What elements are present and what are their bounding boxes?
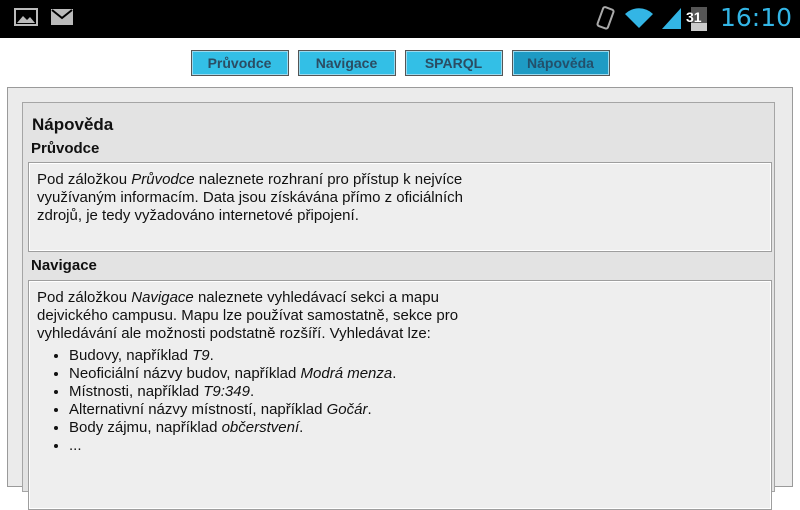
section-heading-pruvodce: Průvodce [31, 140, 100, 157]
navigace-text: Pod záložkou Navigace naleznete vyhledáv… [37, 289, 459, 342]
clock: 16:10 [719, 3, 792, 32]
tab-navigace[interactable]: Navigace [297, 50, 396, 76]
page-title: Nápověda [32, 115, 114, 134]
list-item: Místnosti, například T9:349. [69, 383, 763, 401]
battery-icon: 31 [685, 4, 710, 32]
battery-level: 31 [685, 8, 702, 25]
list-item: ... [69, 437, 763, 455]
section-heading-navigace: Navigace [31, 257, 97, 274]
list-item: Body zájmu, například občerstvení. [69, 419, 763, 437]
list-item: Budovy, například T9. [69, 347, 763, 365]
status-bar: 31 16:10 [0, 0, 800, 38]
list-item: Neoficiální názvy budov, například Modrá… [69, 365, 763, 383]
section-box-navigace: Pod záložkou Navigace naleznete vyhledáv… [28, 280, 772, 510]
gallery-icon [14, 8, 38, 26]
help-panel: Nápověda Průvodce Pod záložkou Průvodce … [22, 102, 775, 510]
signal-icon [661, 7, 681, 29]
wifi-icon [624, 7, 653, 28]
vibrate-icon [596, 5, 615, 30]
list-item: Alternativní názvy místností, například … [69, 401, 763, 419]
gmail-icon [51, 9, 73, 25]
pruvodce-text: Pod záložkou Průvodce naleznete rozhraní… [37, 171, 463, 224]
content-container[interactable]: Nápověda Průvodce Pod záložkou Průvodce … [7, 87, 793, 510]
search-options-list: Budovy, například T9. Neoficiální názvy … [37, 347, 763, 455]
tab-bar: Průvodce Navigace SPARQL Nápověda [0, 50, 800, 76]
tab-pruvodce[interactable]: Průvodce [190, 50, 289, 76]
tab-sparql[interactable]: SPARQL [404, 50, 503, 76]
section-box-pruvodce: Pod záložkou Průvodce naleznete rozhraní… [28, 162, 772, 252]
tab-napoveda[interactable]: Nápověda [511, 50, 610, 76]
